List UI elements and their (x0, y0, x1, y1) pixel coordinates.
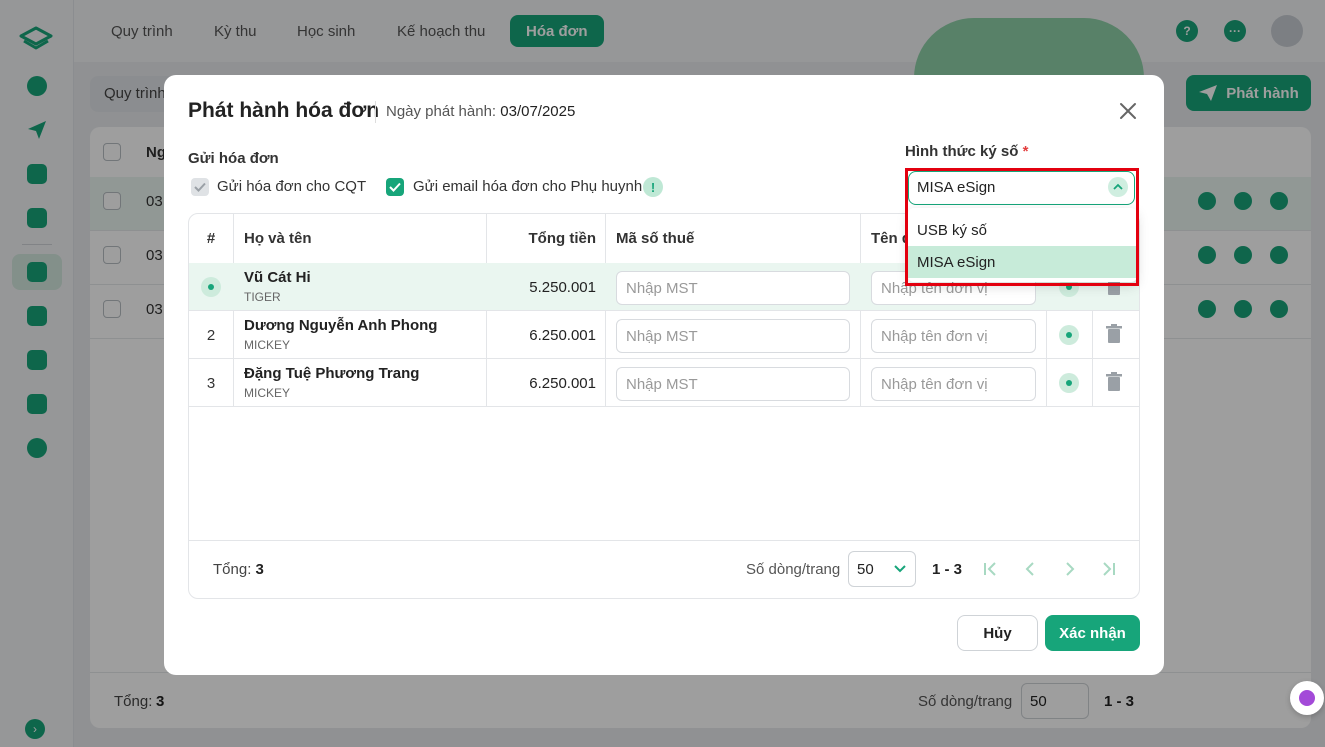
signature-method-dropdown: USB ký số MISA eSign (908, 208, 1137, 282)
student-class: TIGER (244, 290, 281, 304)
row-index: 2 (206, 326, 216, 344)
trash-icon[interactable] (1106, 324, 1122, 344)
student-name: Dương Nguyễn Anh Phong (244, 317, 438, 334)
option-misa-esign[interactable]: MISA eSign (908, 246, 1137, 278)
tax-code-input[interactable]: Nhập MST (616, 319, 850, 353)
total-value: 3 (255, 561, 264, 578)
row-index: 3 (206, 374, 216, 392)
header-tax-code: Mã số thuế (616, 214, 695, 264)
header-index: # (189, 214, 233, 264)
chevron-down-icon (894, 565, 906, 573)
required-mark: * (1022, 143, 1029, 160)
unit-name-input[interactable]: Nhập tên đơn vị (871, 319, 1036, 353)
total-amount: 6.250.001 (529, 327, 596, 344)
page-size-select[interactable]: 50 (848, 551, 916, 587)
send-invoice-section-label: Gửi hóa đơn (188, 150, 279, 167)
header-unit-name: Tên đơn vị (871, 214, 905, 264)
total-label: Tổng: (213, 561, 252, 578)
confirm-button[interactable]: Xác nhận (1045, 615, 1140, 651)
cancel-button[interactable]: Hủy (957, 615, 1038, 651)
page-range: 1 - 3 (932, 561, 963, 578)
check-icon (194, 182, 206, 192)
trash-icon[interactable] (1106, 372, 1122, 392)
tax-code-input[interactable]: Nhập MST (616, 367, 850, 401)
signature-method-value: MISA eSign (917, 179, 996, 196)
first-page-icon[interactable] (980, 559, 1000, 579)
student-name: Vũ Cát Hi (244, 269, 311, 286)
row-view-indicator[interactable] (189, 263, 233, 311)
chevron-up-icon[interactable] (1108, 177, 1128, 197)
ai-assistant-icon[interactable] (1290, 681, 1324, 715)
rows-per-page-label: Số dòng/trang (746, 561, 841, 578)
send-cqt-label: Gửi hóa đơn cho CQT (217, 178, 367, 195)
send-email-label: Gửi email hóa đơn cho Phụ huynh (413, 178, 643, 195)
total-amount: 6.250.001 (529, 375, 596, 392)
send-cqt-checkbox[interactable] (191, 178, 209, 196)
unit-name-input[interactable]: Nhập tên đơn vị (871, 367, 1036, 401)
header-amount: Tổng tiền (489, 214, 596, 264)
header-name: Họ và tên (244, 214, 312, 264)
signature-method-select[interactable]: MISA eSign (908, 171, 1135, 205)
total-count: Tổng: 3 (213, 561, 264, 578)
table-row[interactable]: 3 Đặng Tuệ Phương Trang MICKEY 6.250.001… (189, 359, 1139, 407)
view-icon[interactable] (1059, 373, 1079, 393)
student-class: MICKEY (244, 338, 291, 352)
option-usb-signature[interactable]: USB ký số (908, 214, 1137, 246)
student-name: Đặng Tuệ Phương Trang (244, 365, 420, 382)
signature-method-label: Hình thức ký số * (905, 143, 1028, 160)
page-size-value: 50 (857, 561, 874, 578)
table-row[interactable]: 2 Dương Nguyễn Anh Phong MICKEY 6.250.00… (189, 311, 1139, 359)
info-icon[interactable]: ! (643, 177, 663, 197)
last-page-icon[interactable] (1099, 559, 1119, 579)
signature-method-text: Hình thức ký số (905, 143, 1019, 160)
issue-date: Ngày phát hành: 03/07/2025 (386, 103, 575, 120)
total-amount: 5.250.001 (529, 279, 596, 296)
table-footer: Tổng: 3 Số dòng/trang 50 1 - 3 (189, 540, 1139, 598)
title-divider (375, 101, 376, 123)
issue-date-label: Ngày phát hành: (386, 103, 497, 120)
dialog-title: Phát hành hóa đơn (188, 99, 380, 122)
publish-invoice-dialog: Phát hành hóa đơn Ngày phát hành: 03/07/… (164, 75, 1164, 675)
tax-code-input[interactable]: Nhập MST (616, 271, 850, 305)
next-page-icon[interactable] (1060, 559, 1080, 579)
check-icon (389, 182, 401, 192)
eye-icon (201, 277, 221, 297)
issue-date-value: 03/07/2025 (500, 103, 576, 120)
close-icon[interactable] (1116, 99, 1140, 123)
view-icon[interactable] (1059, 325, 1079, 345)
prev-page-icon[interactable] (1020, 559, 1040, 579)
student-class: MICKEY (244, 386, 291, 400)
send-email-checkbox[interactable] (386, 178, 404, 196)
